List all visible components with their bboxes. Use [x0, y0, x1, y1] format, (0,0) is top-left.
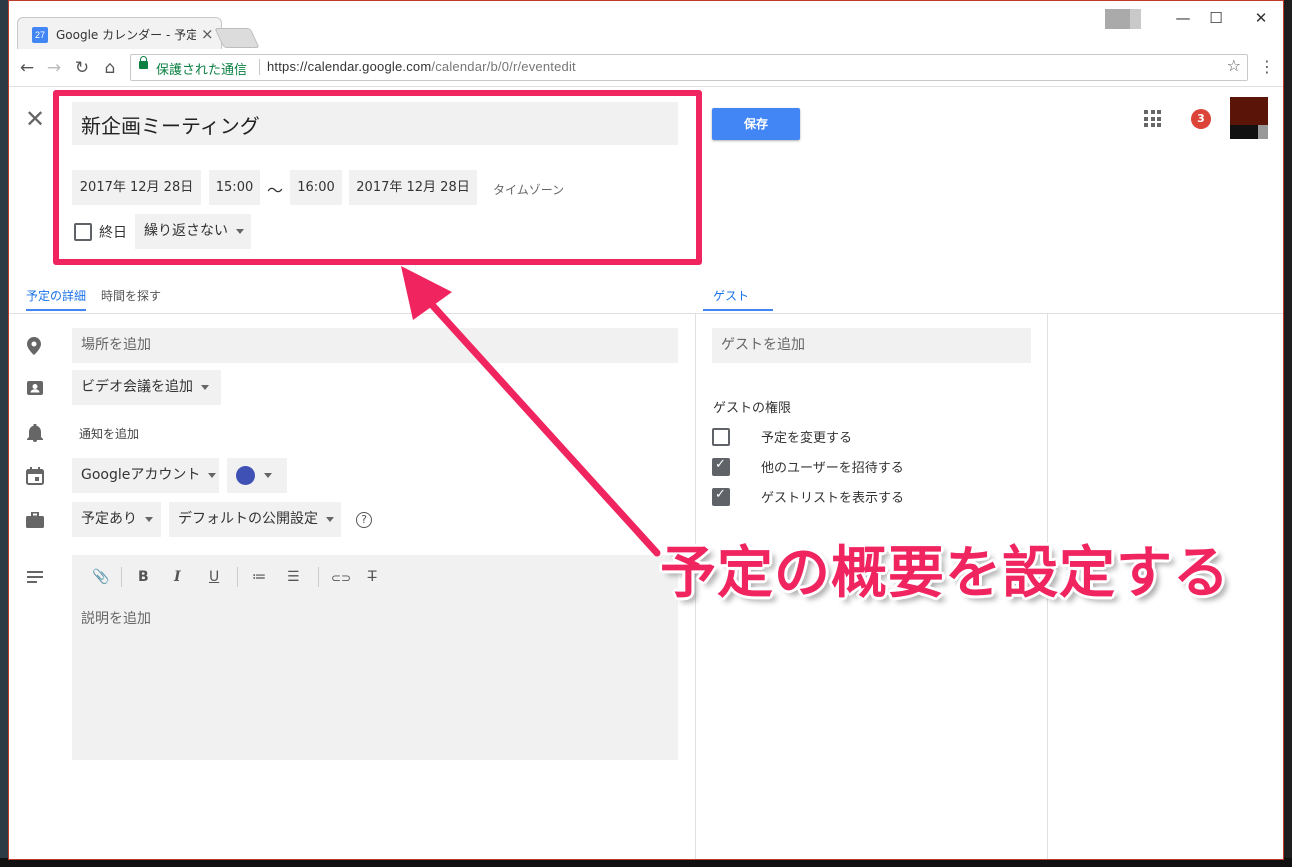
annotation-arrow — [401, 266, 661, 557]
annotation-caption: 予定の概要を設定する — [660, 541, 1230, 606]
